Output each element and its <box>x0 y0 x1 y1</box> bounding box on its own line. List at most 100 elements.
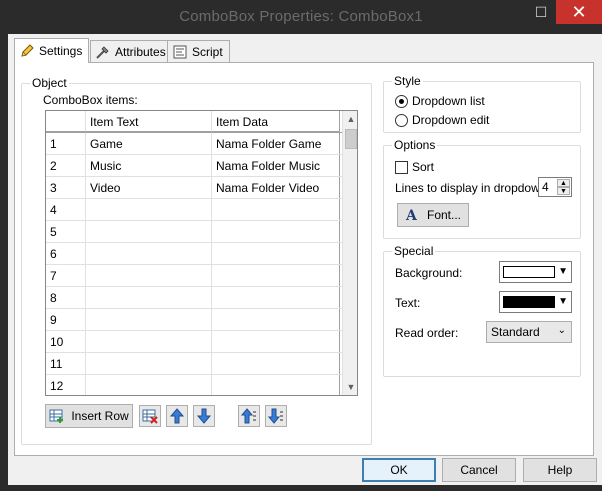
item-data-cell[interactable] <box>212 243 340 264</box>
dropdown-list-radio[interactable]: Dropdown list <box>395 94 485 108</box>
background-color-picker[interactable]: ▼ <box>499 261 572 283</box>
sort-descending-icon <box>268 408 283 424</box>
stepper-up-icon[interactable]: ▲ <box>557 179 570 187</box>
grid-header-item-text[interactable]: Item Text <box>86 111 212 132</box>
sort-checkbox-box[interactable] <box>395 160 408 174</box>
scroll-thumb[interactable] <box>345 129 357 149</box>
table-row[interactable]: 5 <box>46 221 342 243</box>
item-data-cell[interactable] <box>212 353 340 374</box>
window-title: ComboBox Properties: ComboBox1 <box>179 8 423 25</box>
dropdown-list-radio-dot[interactable] <box>395 94 408 108</box>
table-row[interactable]: 3 Video Nama Folder Video <box>46 177 342 199</box>
item-text-cell[interactable]: Music <box>86 155 212 176</box>
item-text-cell[interactable]: Video <box>86 177 212 198</box>
font-button-label: Font... <box>426 208 461 222</box>
scroll-down-icon[interactable]: ▼ <box>343 379 357 395</box>
table-row[interactable]: 12 <box>46 375 342 395</box>
item-text-cell[interactable] <box>86 265 212 286</box>
dialog-client: Settings Attributes Script Object ComboB… <box>8 34 602 485</box>
table-row[interactable]: 8 <box>46 287 342 309</box>
row-number-cell: 8 <box>46 287 86 308</box>
delete-row-button[interactable] <box>139 405 161 427</box>
sort-ascending-icon <box>241 408 256 424</box>
special-group-label: Special <box>392 244 436 258</box>
items-grid[interactable]: Item Text Item Data 1 Game Nama Folder Gam… <box>45 110 358 396</box>
dropdown-edit-radio-dot[interactable] <box>395 113 408 127</box>
text-swatch <box>503 296 555 308</box>
item-text-cell[interactable] <box>86 353 212 374</box>
item-data-cell[interactable]: Nama Folder Music <box>212 155 340 176</box>
table-row[interactable]: 7 <box>46 265 342 287</box>
ok-button[interactable]: OK <box>362 458 436 482</box>
text-color-picker[interactable]: ▼ <box>499 291 572 313</box>
table-row[interactable]: 4 <box>46 199 342 221</box>
dropdown-edit-label: Dropdown edit <box>412 113 490 127</box>
pencil-icon <box>21 44 34 57</box>
table-row[interactable]: 2 Music Nama Folder Music <box>46 155 342 177</box>
table-row[interactable]: 11 <box>46 353 342 375</box>
table-row[interactable]: 10 <box>46 331 342 353</box>
read-order-label: Read order: <box>395 326 459 340</box>
background-label: Background: <box>395 266 463 280</box>
grid-scrollbar[interactable]: ▲ ▼ <box>342 111 357 395</box>
arrow-down-icon <box>196 408 212 424</box>
lines-stepper-value: 4 <box>542 180 549 194</box>
sort-descending-button[interactable] <box>265 405 287 427</box>
text-color-label: Text: <box>395 296 421 310</box>
help-button[interactable]: Help <box>523 458 597 482</box>
options-group-label: Options <box>392 138 438 152</box>
close-button[interactable]: ✕ <box>556 0 602 24</box>
row-number-cell: 1 <box>46 133 86 154</box>
insert-row-icon <box>49 409 64 423</box>
stepper-down-icon[interactable]: ▼ <box>557 187 570 195</box>
item-data-cell[interactable] <box>212 287 340 308</box>
sort-checkbox[interactable]: Sort <box>395 160 434 174</box>
item-data-cell[interactable] <box>212 221 340 242</box>
item-text-cell[interactable] <box>86 221 212 242</box>
item-text-cell[interactable] <box>86 243 212 264</box>
dropdown-edit-radio[interactable]: Dropdown edit <box>395 113 489 127</box>
insert-row-button[interactable]: Insert Row <box>45 404 133 428</box>
item-data-cell[interactable] <box>212 309 340 330</box>
item-data-cell[interactable] <box>212 199 340 220</box>
chevron-down-icon: ⌄ <box>557 325 566 336</box>
maximize-button[interactable]: ☐ <box>528 0 554 24</box>
tab-settings-label: Settings <box>39 44 83 58</box>
scroll-up-icon[interactable]: ▲ <box>343 111 357 127</box>
move-up-button[interactable] <box>166 405 188 427</box>
tab-script[interactable]: Script <box>167 40 230 62</box>
item-data-cell[interactable] <box>212 375 340 395</box>
item-text-cell[interactable] <box>86 309 212 330</box>
item-data-cell[interactable] <box>212 265 340 286</box>
cancel-button[interactable]: Cancel <box>442 458 516 482</box>
item-text-cell[interactable] <box>86 199 212 220</box>
move-down-button[interactable] <box>193 405 215 427</box>
sort-ascending-button[interactable] <box>238 405 260 427</box>
tab-settings[interactable]: Settings <box>14 38 90 63</box>
row-number-cell: 10 <box>46 331 86 352</box>
item-text-cell[interactable] <box>86 375 212 395</box>
grid-header-item-data[interactable]: Item Data <box>212 111 340 132</box>
item-text-cell[interactable]: Game <box>86 133 212 154</box>
item-text-cell[interactable] <box>86 331 212 352</box>
read-order-value: Standard <box>491 325 540 339</box>
tab-attributes[interactable]: Attributes <box>90 40 173 62</box>
item-data-cell[interactable]: Nama Folder Video <box>212 177 340 198</box>
font-icon: A <box>405 208 418 223</box>
table-row[interactable]: 6 <box>46 243 342 265</box>
background-swatch <box>503 266 555 278</box>
read-order-select[interactable]: Standard ⌄ <box>486 321 572 343</box>
item-data-cell[interactable] <box>212 331 340 352</box>
row-number-cell: 3 <box>46 177 86 198</box>
table-row[interactable]: 9 <box>46 309 342 331</box>
font-button[interactable]: A Font... <box>397 203 469 227</box>
item-data-cell[interactable]: Nama Folder Game <box>212 133 340 154</box>
tab-script-label: Script <box>192 44 223 59</box>
insert-row-label: Insert Row <box>71 409 129 423</box>
table-row[interactable]: 1 Game Nama Folder Game <box>46 133 342 155</box>
item-text-cell[interactable] <box>86 287 212 308</box>
arrow-up-icon <box>169 408 185 424</box>
lines-stepper[interactable]: 4 ▲ ▼ <box>538 177 572 197</box>
svg-text:A: A <box>405 208 418 223</box>
chevron-down-icon: ▼ <box>558 266 568 277</box>
